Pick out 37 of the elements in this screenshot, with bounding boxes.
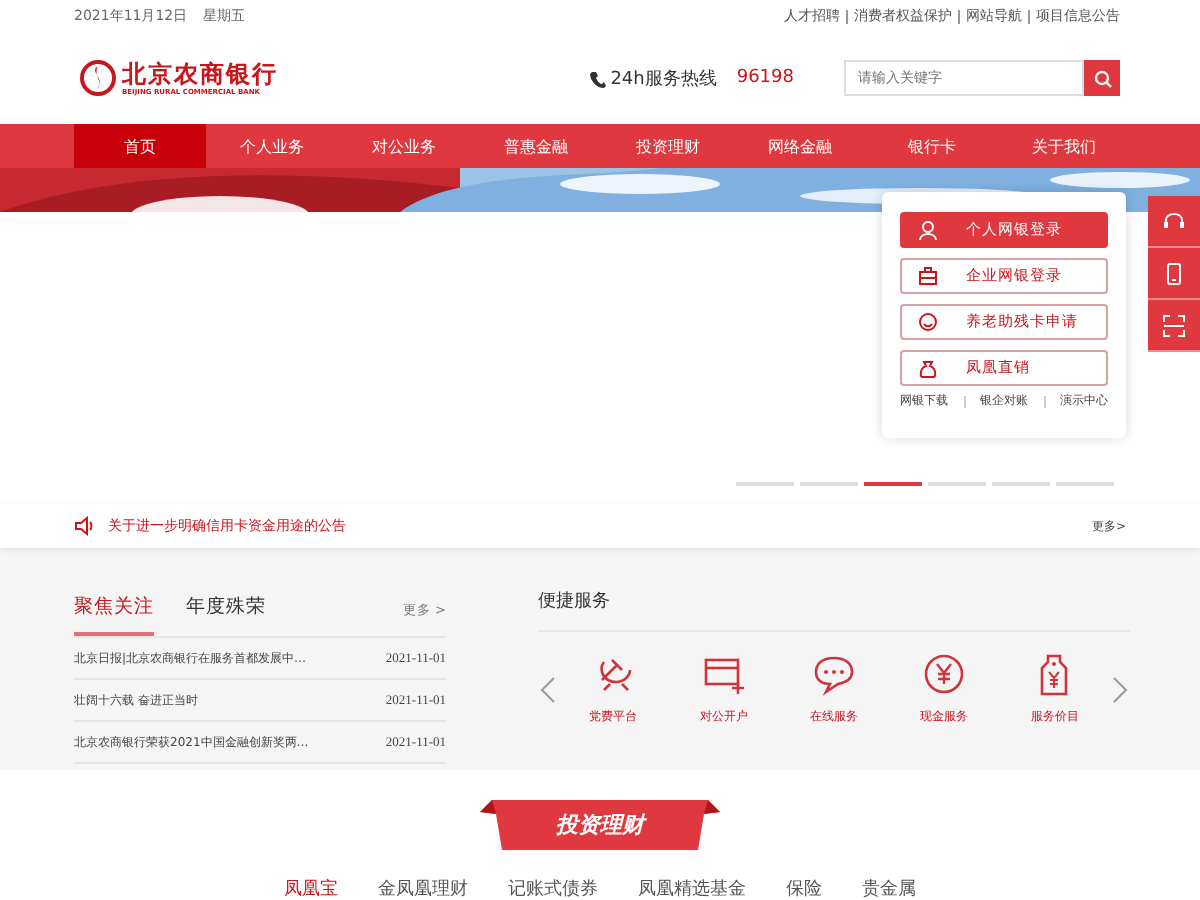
nav-tab[interactable]: 个人业务 [206, 124, 338, 168]
section-title: 投资理财 [554, 812, 649, 838]
news-tab[interactable]: 聚焦关注 [74, 594, 154, 636]
briefcase-icon [918, 266, 938, 286]
product-tab[interactable]: 凤凰精选基金 [638, 880, 746, 900]
product-tab[interactable]: 记账式债券 [508, 880, 598, 900]
nav-tab[interactable]: 普惠金融 [470, 124, 602, 168]
nav-tab[interactable]: 投资理财 [602, 124, 734, 168]
chat-bubble-icon [811, 652, 856, 696]
nav-tab[interactable]: 网络金融 [734, 124, 866, 168]
nav-tab[interactable]: 银行卡 [866, 124, 998, 168]
section-heading: 便捷服务 [538, 588, 1130, 632]
scan-icon[interactable] [1162, 313, 1186, 337]
speaker-icon [74, 516, 96, 536]
hotline-label: 24h服务热线 [610, 67, 717, 91]
logo-name: 北京农商银行 [122, 61, 278, 87]
search-button[interactable] [1084, 60, 1120, 96]
person-icon [918, 220, 938, 240]
chevron-right-icon[interactable] [1110, 675, 1130, 703]
hotline-number: 96198 [736, 68, 794, 88]
yen-icon [922, 652, 967, 696]
smile-icon [918, 312, 938, 332]
product-tab[interactable]: 保险 [786, 880, 822, 900]
phone-icon [588, 69, 607, 87]
mobile-icon[interactable] [1162, 261, 1186, 285]
bag-icon [918, 358, 938, 378]
product-tab[interactable]: 凤凰宝 [284, 880, 338, 900]
headset-icon[interactable] [1162, 209, 1186, 233]
product-tab[interactable]: 金凤凰理财 [378, 880, 468, 900]
search-icon [1093, 69, 1111, 87]
nav-tab[interactable]: 关于我们 [998, 124, 1130, 168]
logo-icon [80, 60, 116, 96]
news-tab[interactable]: 年度殊荣 [186, 594, 266, 636]
nav-tab[interactable]: 首页 [74, 124, 206, 168]
chevron-left-icon[interactable] [538, 675, 558, 703]
product-tab[interactable]: 贵金属 [862, 880, 916, 900]
nav-tab[interactable]: 对公业务 [338, 124, 470, 168]
